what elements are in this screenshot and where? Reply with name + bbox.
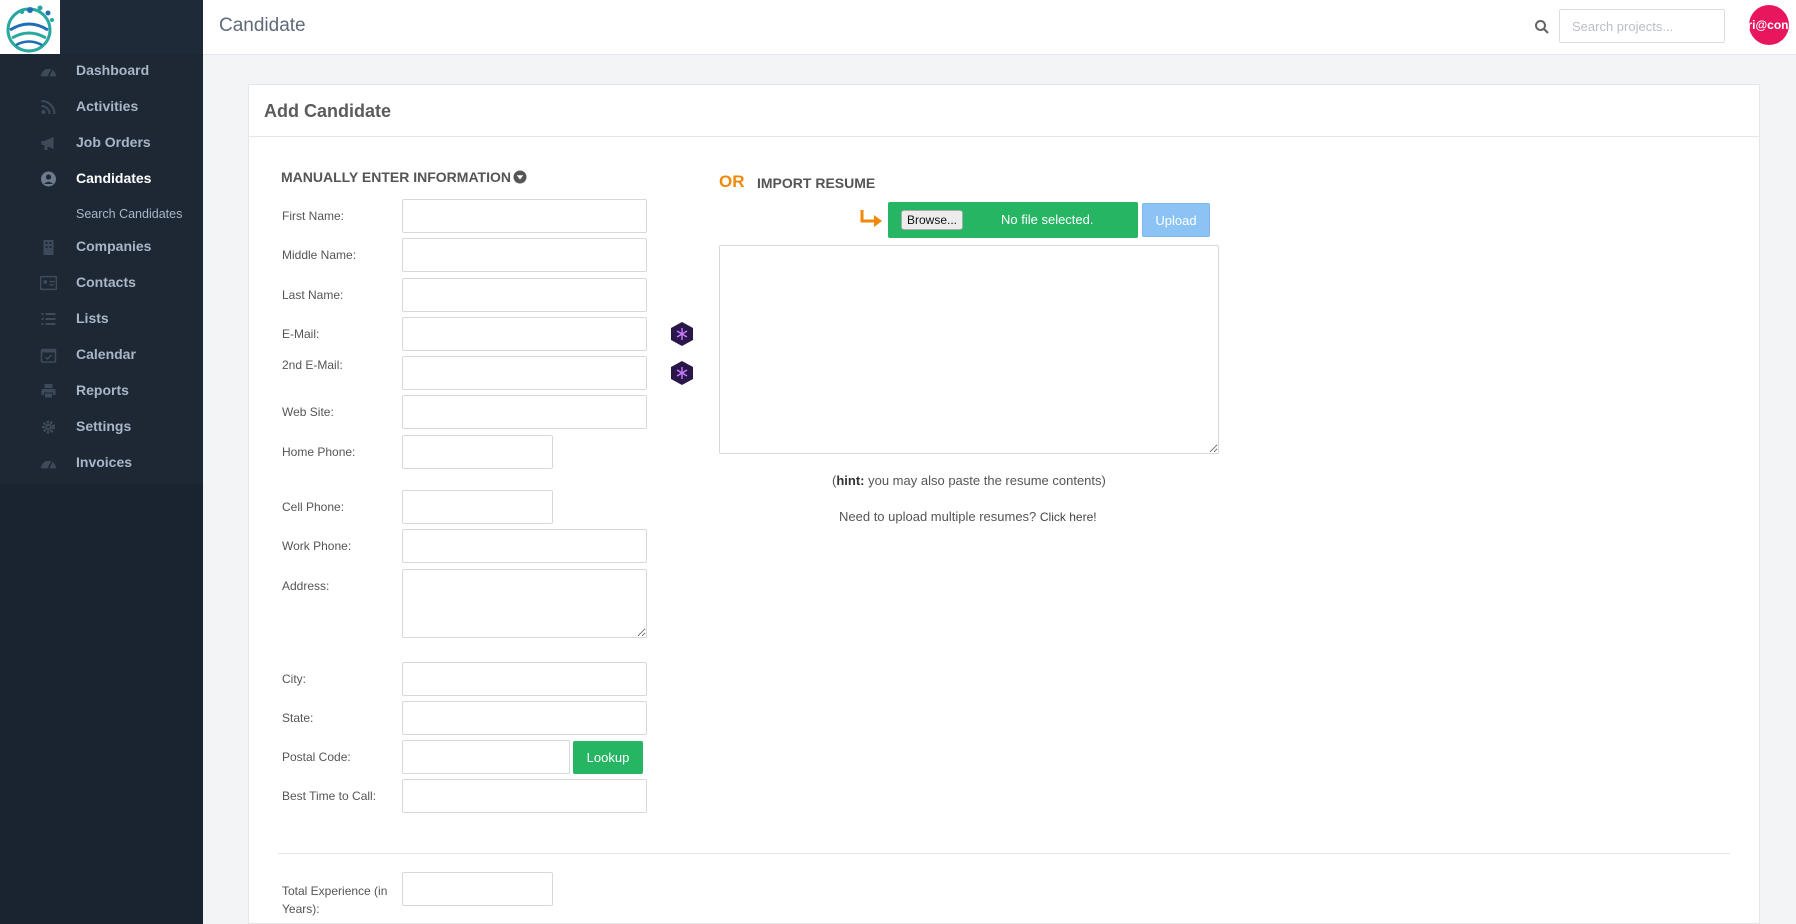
postal-code-label: Postal Code: xyxy=(282,750,351,764)
city-input[interactable] xyxy=(402,662,647,696)
sidebar-item-companies[interactable]: Companies xyxy=(0,232,203,262)
sidebar-item-label: Settings xyxy=(76,418,132,434)
resume-textarea[interactable] xyxy=(719,245,1219,454)
first-name-label: First Name: xyxy=(282,209,345,223)
calendar-icon xyxy=(40,348,57,363)
paste-hint: (hint: you may also paste the resume con… xyxy=(832,473,1106,488)
manual-entry-heading[interactable]: MANUALLY ENTER INFORMATION xyxy=(281,169,527,185)
sidebar-item-label: Reports xyxy=(76,382,129,398)
total-experience-label-line1: Total Experience (in xyxy=(282,884,388,898)
email2-lookup-icon[interactable] xyxy=(669,360,695,386)
sidebar-item-reports[interactable]: Reports xyxy=(0,376,203,406)
work-phone-label: Work Phone: xyxy=(282,539,352,553)
add-candidate-panel: Add Candidate MANUALLY ENTER INFORMATION… xyxy=(248,84,1760,924)
sidebar-item-label: Activities xyxy=(76,98,139,114)
sidebar-menu: Dashboard Activities Job Orders Candidat… xyxy=(0,54,203,484)
last-name-input[interactable] xyxy=(402,278,647,312)
best-time-input[interactable] xyxy=(402,779,647,813)
work-phone-input[interactable] xyxy=(402,529,647,563)
list-icon xyxy=(41,313,56,325)
manual-entry-heading-text: MANUALLY ENTER INFORMATION xyxy=(281,169,511,185)
paste-hint-bold: hint: xyxy=(836,473,865,488)
dashboard-icon xyxy=(41,460,56,469)
form-divider xyxy=(278,853,1730,854)
sidebar-item-label: Calendar xyxy=(76,346,136,362)
home-phone-label: Home Phone: xyxy=(282,445,356,459)
gear-icon xyxy=(42,420,55,434)
company-logo[interactable] xyxy=(0,0,60,54)
sidebar-item-label: Lists xyxy=(76,310,109,326)
last-name-label: Last Name: xyxy=(282,288,344,302)
or-text: OR xyxy=(719,172,745,191)
sidebar-item-label: Invoices xyxy=(76,454,133,470)
paste-hint-text: you may also paste the resume contents) xyxy=(864,473,1106,488)
lookup-button[interactable]: Lookup xyxy=(573,741,643,774)
sidebar: Dashboard Activities Job Orders Candidat… xyxy=(0,0,203,924)
city-label: City: xyxy=(282,672,306,686)
building-icon xyxy=(43,240,54,255)
import-resume-heading: IMPORT RESUME xyxy=(757,175,876,191)
total-experience-label: Total Experience (in Years): xyxy=(282,882,387,918)
dashboard-icon xyxy=(41,68,56,77)
sidebar-subitem-search-candidates[interactable]: Search Candidates xyxy=(76,207,182,221)
email-lookup-icon[interactable] xyxy=(669,321,695,347)
avatar[interactable]: ri@con xyxy=(1749,5,1789,45)
multi-upload-text: Need to upload multiple resumes? Click h… xyxy=(839,509,1097,524)
best-time-label: Best Time to Call: xyxy=(282,789,377,803)
file-input[interactable]: Browse... No file selected. xyxy=(888,202,1138,238)
middle-name-label: Middle Name: xyxy=(282,248,357,262)
cell-phone-label: Cell Phone: xyxy=(282,500,345,514)
multi-upload-prompt: Need to upload multiple resumes? xyxy=(839,509,1040,524)
file-status-text: No file selected. xyxy=(1001,212,1094,227)
sidebar-item-dashboard[interactable]: Dashboard xyxy=(0,56,203,86)
sidebar-item-job-orders[interactable]: Job Orders xyxy=(0,128,203,158)
middle-name-input[interactable] xyxy=(402,238,647,272)
address-label: Address: xyxy=(282,579,330,593)
logo-area xyxy=(0,0,203,54)
browse-button[interactable]: Browse... xyxy=(901,210,964,230)
sidebar-item-label: Candidates xyxy=(76,170,152,186)
website-label: Web Site: xyxy=(282,405,334,419)
state-label: State: xyxy=(282,711,314,725)
home-phone-input[interactable] xyxy=(402,435,553,469)
email2-input[interactable] xyxy=(402,356,647,390)
printer-icon xyxy=(41,384,56,399)
arrow-right-icon xyxy=(860,210,882,227)
multi-upload-link[interactable]: Click here! xyxy=(1040,510,1097,524)
total-experience-label-line2: Years): xyxy=(282,902,320,916)
email2-label: 2nd E-Mail: xyxy=(282,358,343,372)
topbar: Candidate ri@con xyxy=(203,0,1796,55)
sidebar-item-label: Dashboard xyxy=(76,62,150,78)
rss-icon xyxy=(41,100,56,115)
sidebar-item-label: Companies xyxy=(76,238,152,254)
panel-header: Add Candidate xyxy=(249,85,1759,137)
website-input[interactable] xyxy=(402,395,647,429)
sidebar-item-activities[interactable]: Activities xyxy=(0,92,203,122)
page-title: Candidate xyxy=(219,15,306,36)
sidebar-item-settings[interactable]: Settings xyxy=(0,412,203,442)
sidebar-item-label: Contacts xyxy=(76,274,136,290)
total-experience-input[interactable] xyxy=(402,872,553,906)
panel-title: Add Candidate xyxy=(264,101,392,121)
state-input[interactable] xyxy=(402,701,647,735)
first-name-input[interactable] xyxy=(402,199,647,233)
chevron-down-circle-icon[interactable] xyxy=(513,170,527,184)
sidebar-item-contacts[interactable]: Contacts xyxy=(0,268,203,298)
sidebar-item-lists[interactable]: Lists xyxy=(0,304,203,334)
sidebar-item-candidates[interactable]: Candidates xyxy=(0,164,203,194)
sidebar-item-invoices[interactable]: Invoices xyxy=(0,448,203,478)
postal-code-input[interactable] xyxy=(402,740,570,774)
email-input[interactable] xyxy=(402,317,647,351)
sidebar-item-label: Job Orders xyxy=(76,134,151,150)
cell-phone-input[interactable] xyxy=(402,490,553,524)
upload-button[interactable]: Upload xyxy=(1142,203,1210,237)
email-label: E-Mail: xyxy=(282,327,320,341)
search-icon[interactable] xyxy=(1534,19,1550,35)
sidebar-item-calendar[interactable]: Calendar xyxy=(0,340,203,370)
megaphone-icon xyxy=(41,137,54,150)
search-input[interactable] xyxy=(1559,9,1725,43)
address-textarea[interactable] xyxy=(402,569,647,638)
contact-card-icon xyxy=(40,275,57,291)
user-circle-icon xyxy=(41,171,56,187)
